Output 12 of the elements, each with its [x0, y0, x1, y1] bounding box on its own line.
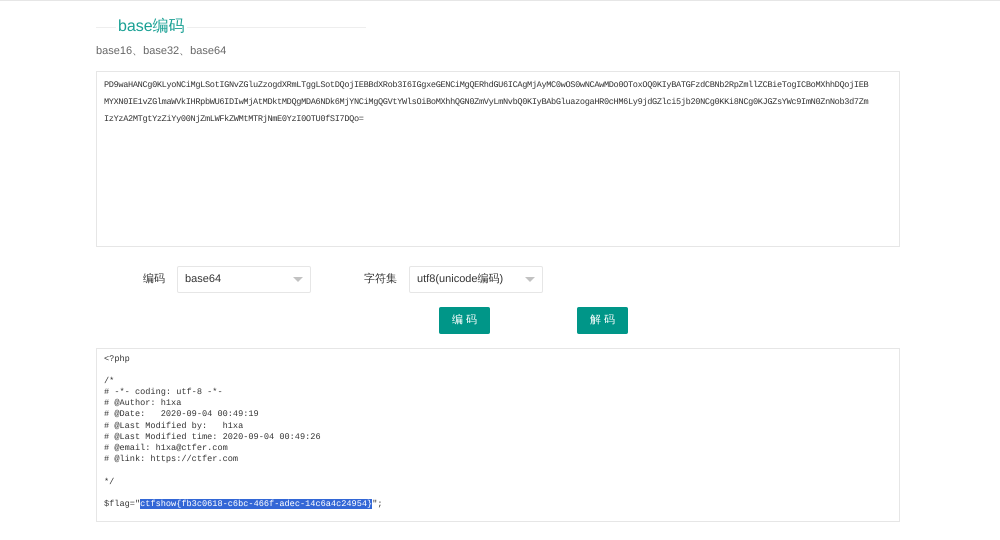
section-subtitle: base16、base32、base64 — [96, 44, 228, 59]
caret-icon — [293, 276, 303, 282]
input-field[interactable]: PD9waHANCg0KLyoNCiMgLSotIGNvZGluZzogdXRmLTggLSotDQojIEBBdXRob3I6IGgxeGENCiMgQERhdGU6ICAgMjAyMC0wOS0wNCAwMDo0OToxOQ0KIyBATGFzdCBNb2RpZmllZCBieTogICBoMXhhDQojIEB MYXN0IE1vZGlmaWVkIHRpbWU6IDIwMjAtMDktMDQgMDA6NDk6MjYNCiMgQGVtYWlsOiBoMXhhQGN0ZmVyLmNvbQ0KIyBAbGluazogaHR0cHM6Ly9jdGZlci5jb20NCg0KKi8NCg0KJGZsYWc9ImN0ZnNob3d7Zm IzYzA2MTgtYzZiYy00NjZmLWFkZWMtMTRjNmE0YzI0OTU0fSI7DQo= — [96, 70, 900, 246]
field-label: 字符集 — [364, 272, 397, 287]
section-title: base编码 — [117, 16, 186, 37]
field-label: 编码 — [143, 272, 165, 287]
select-field[interactable]: utf8(unicode编码) — [409, 266, 543, 292]
caret-icon — [525, 276, 535, 282]
decode-button[interactable]: 解 码 — [577, 306, 628, 334]
output-field[interactable]: <?php /* # -*- coding: utf-8 -*- # @Author: h1xa # @Date: 2020-09-04 00:49:19 # @Last Modified by: h1xa # @Last Modified time: 2020-09-04 00:49:26 # @email: h1xa@ctfer.com # @link: https://ctfer.com */ $flag="ctfshow{fb3c0618-c6bc-466f-adec-14c6a4c24954}"; — [96, 348, 900, 522]
select-field[interactable]: base64 — [177, 266, 311, 292]
encode-button[interactable]: 编 码 — [439, 306, 490, 334]
